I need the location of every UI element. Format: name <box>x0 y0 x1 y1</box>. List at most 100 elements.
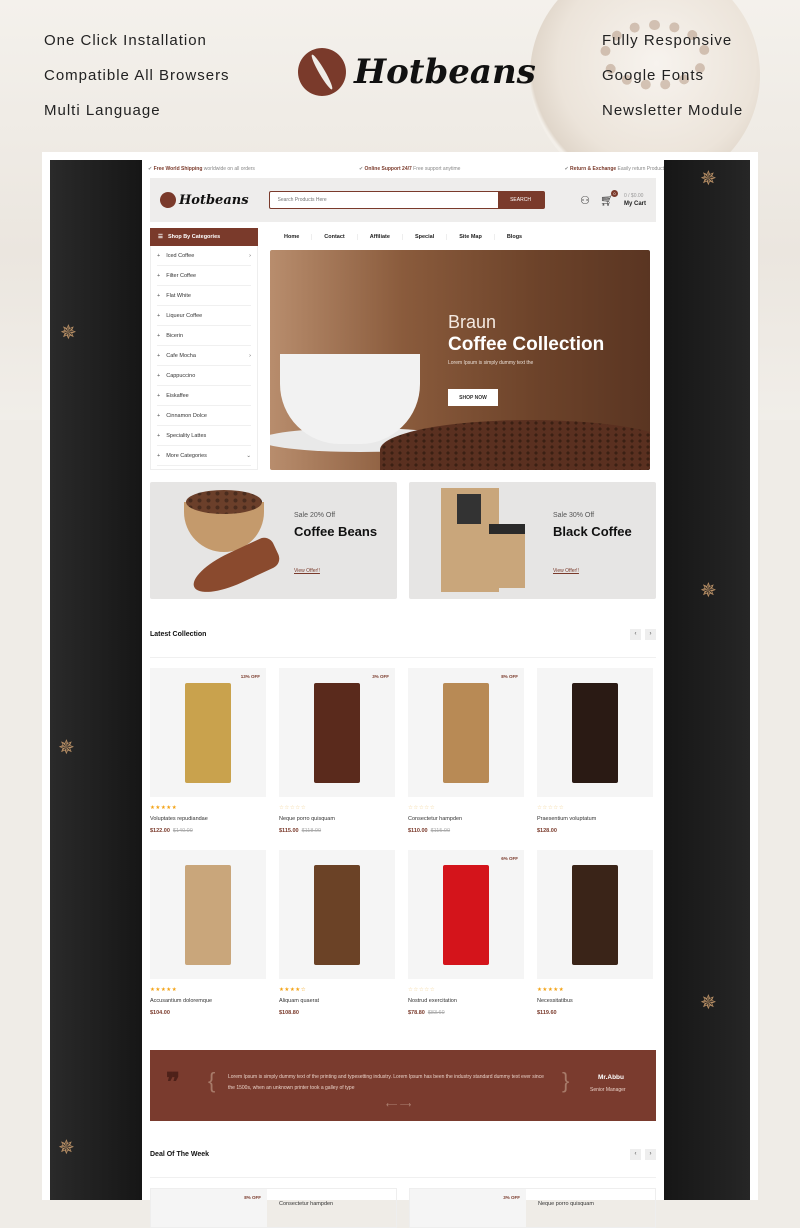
product-image[interactable] <box>150 850 266 979</box>
product-name[interactable]: Accusantium doloremque <box>150 998 266 1004</box>
rating-stars: ★★★★★ <box>537 987 565 993</box>
next-arrow-icon[interactable]: › <box>645 628 656 640</box>
category-item[interactable]: + Filter Coffee <box>157 266 251 286</box>
deal-name[interactable]: Consectetur hampden <box>267 1189 333 1227</box>
banner-title: Coffee Beans <box>294 524 378 539</box>
plus-icon: + <box>157 452 161 459</box>
product-name[interactable]: Neque porro quisquam <box>279 816 395 822</box>
site-header: Hotbeans SEARCH ⚇ 🛒︎0 0 / $0.00 My Cart <box>150 178 656 222</box>
testimonial-text: Lorem Ipsum is simply dummy text of the … <box>228 1074 544 1091</box>
category-item[interactable]: + Cinnamon Dolce <box>157 406 251 426</box>
banner-black-coffee[interactable]: Sale 30% Off Black Coffee View Offer!! <box>409 482 656 599</box>
coffee-pack-image <box>314 682 360 783</box>
product-price: $108.80 <box>279 1010 299 1016</box>
banner-coffee-beans[interactable]: Sale 20% Off Coffee Beans View Offer!! <box>150 482 397 599</box>
star-anise-icon: ✵ <box>60 322 77 344</box>
category-item[interactable]: + Iced Coffee › <box>157 246 251 266</box>
product-image[interactable]: 6% OFF <box>408 850 524 979</box>
promo-logo: Hotbeans <box>289 39 536 105</box>
discount-badge: 6% OFF <box>501 856 518 861</box>
menu-site-map[interactable]: Site Map <box>447 234 495 240</box>
category-item[interactable]: + Eiskaffee <box>157 386 251 406</box>
site-logo[interactable]: Hotbeans <box>157 189 249 211</box>
chevron-right-icon: › <box>249 352 251 359</box>
brand-name: Hotbeans <box>354 52 536 92</box>
user-icon[interactable]: ⚇ <box>580 194 590 207</box>
product-image[interactable]: 3% OFF <box>279 668 395 797</box>
view-offer-link[interactable]: View Offer!! <box>294 568 320 574</box>
product-name[interactable]: Voluptates repudiandae <box>150 816 266 822</box>
menu-contact[interactable]: Contact <box>312 234 358 240</box>
product-image[interactable]: 8% OFF <box>408 668 524 797</box>
coffee-bean-icon <box>157 189 179 211</box>
coffee-pack-image <box>185 682 231 783</box>
product-name[interactable]: Nostrud exercitation <box>408 998 524 1004</box>
product-name[interactable]: Praesentium voluptatum <box>537 816 653 822</box>
product-name[interactable]: Aliquam quaerat <box>279 998 395 1004</box>
right-brace-icon: } <box>562 1068 570 1093</box>
deal-image: 3% OFF <box>410 1189 526 1227</box>
product-card[interactable]: 3% OFF ☆☆☆☆☆ Neque porro quisquam $115.00 $1… <box>279 668 395 850</box>
deal-name[interactable]: Neque porro quisquam <box>526 1189 594 1227</box>
product-image[interactable] <box>537 668 653 797</box>
product-card[interactable]: 8% OFF ☆☆☆☆☆ Consectetur hampden $110.00 $11… <box>408 668 524 850</box>
category-item[interactable]: + Liqueur Coffee <box>157 306 251 326</box>
left-brace-icon: { <box>208 1068 216 1093</box>
prev-arrow-icon[interactable]: ‹ <box>630 1148 641 1160</box>
category-item[interactable]: + Speciality Lattes <box>157 426 251 446</box>
category-item[interactable]: + Cafe Mocha › <box>157 346 251 366</box>
next-arrow-icon[interactable]: › <box>645 1148 656 1160</box>
product-card[interactable]: 13% OFF ★★★★★ Voluptates repudiandae $122.0… <box>150 668 266 850</box>
discount-badge: 8% OFF <box>244 1195 261 1200</box>
product-card[interactable]: ★★★★★ Accusantium doloremque $104.00 <box>150 850 266 1032</box>
plus-icon: + <box>157 252 161 259</box>
prev-arrow-icon[interactable]: ‹ <box>630 628 641 640</box>
product-image[interactable] <box>279 850 395 979</box>
star-anise-icon: ✵ <box>700 992 717 1014</box>
category-item[interactable]: + Bicerin <box>157 326 251 346</box>
hero-line2: Coffee Collection <box>448 334 605 355</box>
search-input[interactable] <box>269 192 498 208</box>
feature-item: Compatible All Browsers <box>44 67 230 84</box>
deal-card[interactable]: 3% OFF Neque porro quisquam <box>409 1188 656 1228</box>
product-card[interactable]: ★★★★★ Necessitatibus $119.60 <box>537 850 653 1032</box>
cart-icon[interactable]: 🛒︎ 0 <box>600 189 618 207</box>
plus-icon: + <box>157 312 161 319</box>
category-label: Cappuccino <box>166 372 196 379</box>
banner-sale: Sale 20% Off <box>294 512 336 519</box>
category-label: Iced Coffee <box>166 252 195 259</box>
plus-icon: + <box>157 412 161 419</box>
cart-summary[interactable]: 0 / $0.00 My Cart <box>624 192 646 208</box>
rating-stars: ☆☆☆☆☆ <box>408 987 436 993</box>
product-image[interactable]: 13% OFF <box>150 668 266 797</box>
categories-toggle[interactable]: ☰ Shop By Categories <box>150 228 258 246</box>
category-item[interactable]: + Flat White <box>157 286 251 306</box>
search-button[interactable]: SEARCH <box>497 192 544 208</box>
product-card[interactable]: ☆☆☆☆☆ Praesentium voluptatum $128.00 <box>537 668 653 850</box>
rating-stars: ☆☆☆☆☆ <box>537 805 565 811</box>
more-categories[interactable]: + More Categories ⌄ <box>157 446 251 466</box>
view-offer-link[interactable]: View Offer!! <box>553 568 579 574</box>
product-card[interactable]: ★★★★☆ Aliquam quaerat $108.80 <box>279 850 395 1032</box>
deal-header: Deal Of The Week ‹ › <box>150 1147 656 1178</box>
banner-title: Black Coffee <box>553 524 632 539</box>
testimonial-arrows[interactable]: ⟵ ⟶ <box>386 1100 411 1109</box>
menu-special[interactable]: Special <box>403 234 448 240</box>
menu-affiliate[interactable]: Affiliate <box>358 234 403 240</box>
banner-sale: Sale 30% Off <box>553 512 595 519</box>
cart-count-badge: 0 <box>610 189 618 197</box>
product-name[interactable]: Necessitatibus <box>537 998 653 1004</box>
menu-home[interactable]: Home <box>272 234 313 240</box>
product-name[interactable]: Consectetur hampden <box>408 816 524 822</box>
product-card[interactable]: 6% OFF ☆☆☆☆☆ Nostrud exercitation $78.80 $83… <box>408 850 524 1032</box>
category-label: Bicerin <box>166 332 184 339</box>
quote-icon: ❞ <box>166 1068 180 1098</box>
menu-blogs[interactable]: Blogs <box>495 234 534 240</box>
shop-now-button[interactable]: SHOP NOW <box>448 389 498 406</box>
plus-icon: + <box>157 372 161 379</box>
product-image[interactable] <box>537 850 653 979</box>
plus-icon: + <box>157 392 161 399</box>
deal-card[interactable]: 8% OFF Consectetur hampden <box>150 1188 397 1228</box>
rating-stars: ★★★★☆ <box>279 987 307 993</box>
category-item[interactable]: + Cappuccino <box>157 366 251 386</box>
